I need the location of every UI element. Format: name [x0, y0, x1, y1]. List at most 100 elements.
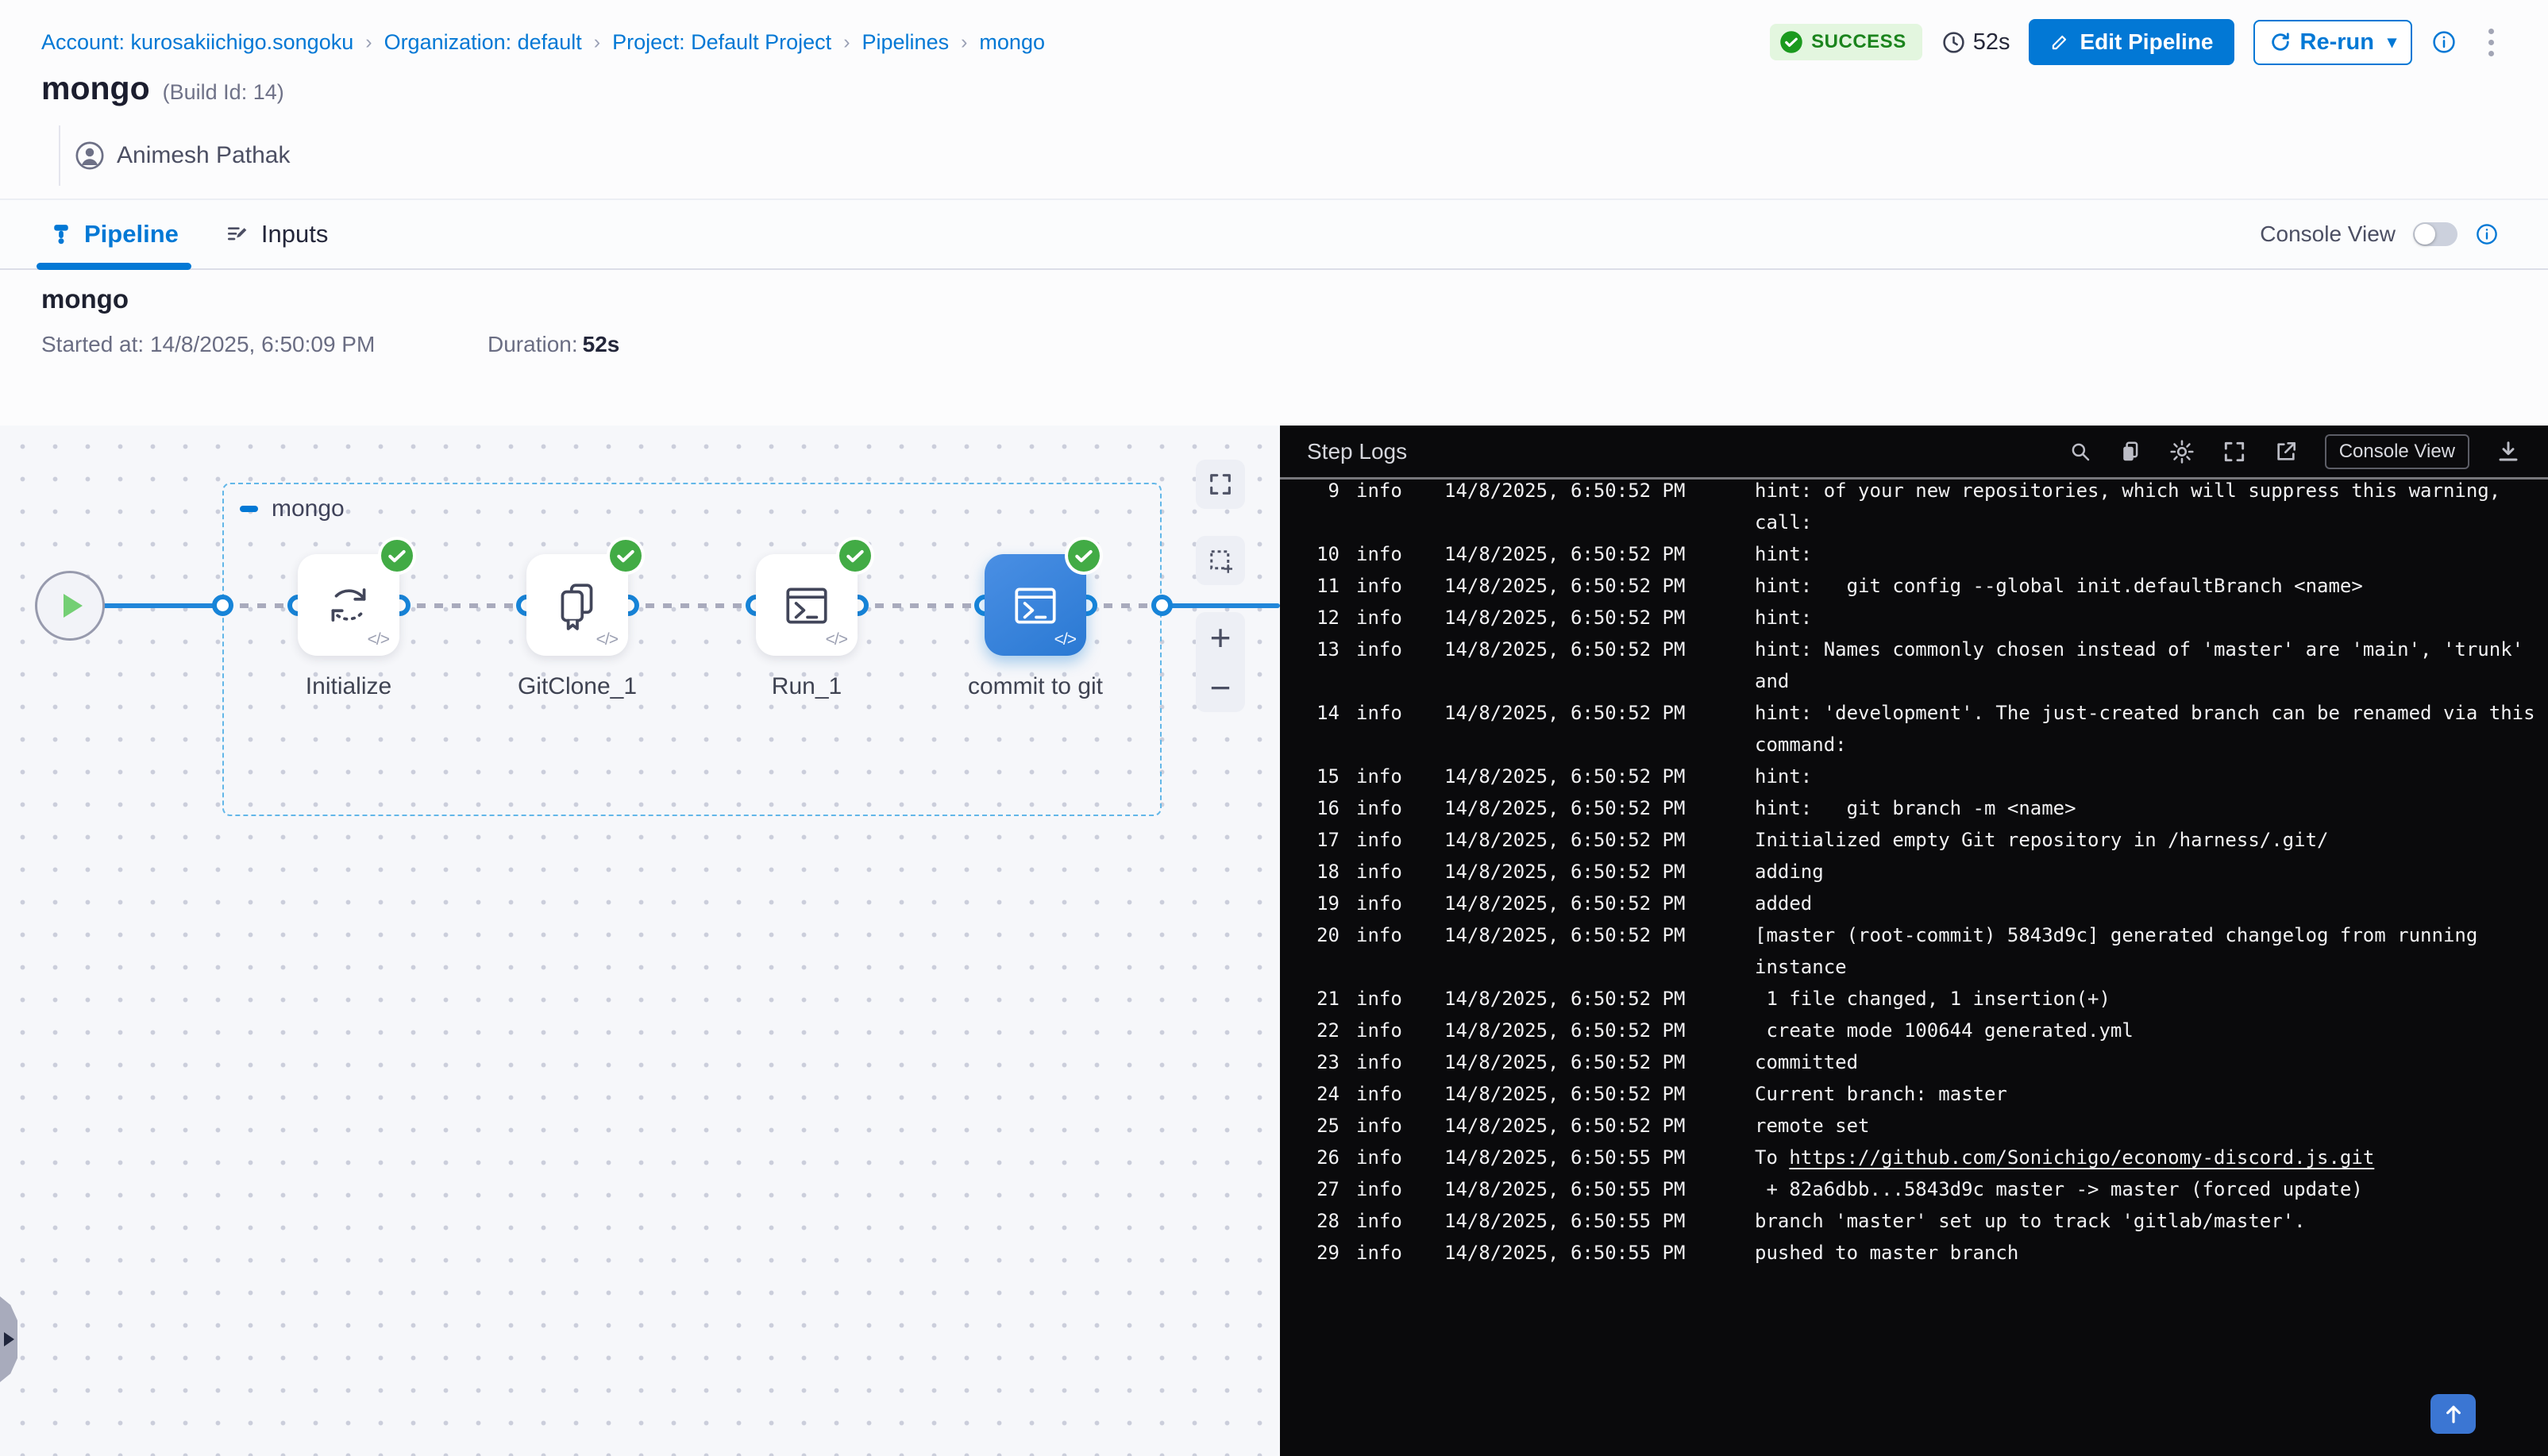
- log-line: 10info14/8/2025, 6:50:52 PMhint:: [1296, 538, 2548, 570]
- toggle-knob: [2415, 224, 2435, 245]
- title-row: mongo (Build Id: 14): [41, 70, 284, 107]
- log-header: Step Logs Console View: [1280, 426, 2548, 480]
- tab-inputs-label: Inputs: [261, 220, 328, 248]
- duration-text: 52s: [1973, 29, 2010, 56]
- step-label: GitClone_1: [518, 673, 637, 700]
- sync-icon: [322, 579, 375, 631]
- download-icon[interactable]: [2496, 439, 2521, 464]
- breadcrumb-separator: ›: [843, 31, 850, 54]
- marquee-select-button[interactable]: [1196, 536, 1245, 585]
- step-status-success: [607, 537, 645, 575]
- log-toolbar: Console View: [2068, 434, 2521, 469]
- topbar-actions: SUCCESS 52s Edit Pipeline Re-run ▾: [1770, 19, 2499, 65]
- zoom-out-button[interactable]: −: [1196, 662, 1245, 712]
- search-icon[interactable]: [2068, 440, 2092, 464]
- log-line: 22info14/8/2025, 6:50:52 PM create mode …: [1296, 1015, 2548, 1046]
- log-body[interactable]: 9info14/8/2025, 6:50:52 PMhint: of your …: [1280, 480, 2548, 1456]
- scroll-to-top-button[interactable]: [2430, 1394, 2476, 1434]
- start-node[interactable]: [35, 571, 105, 641]
- tab-pipeline[interactable]: Pipeline: [49, 200, 179, 268]
- log-line: 14info14/8/2025, 6:50:52 PMhint: 'develo…: [1296, 697, 2548, 729]
- log-line: 11info14/8/2025, 6:50:52 PMhint: git con…: [1296, 570, 2548, 602]
- log-panel-title: Step Logs: [1307, 439, 1407, 464]
- rerun-label: Re-run: [2300, 29, 2374, 56]
- step-label: commit to git: [968, 673, 1103, 700]
- stage-group-label: mongo: [272, 495, 345, 522]
- left-panel-expander[interactable]: [0, 1296, 17, 1382]
- stage-group-header: mongo: [240, 495, 345, 522]
- copy-icon[interactable]: [2118, 440, 2142, 464]
- collapse-stage-icon[interactable]: [240, 506, 258, 512]
- step-status-success: [378, 537, 416, 575]
- breadcrumb-item[interactable]: mongo: [979, 30, 1045, 55]
- log-line: 23info14/8/2025, 6:50:52 PMcommitted: [1296, 1046, 2548, 1078]
- tab-inputs[interactable]: Inputs: [225, 200, 328, 268]
- breadcrumb: Account: kurosakiichigo.songoku › Organiza…: [41, 30, 1045, 55]
- log-line: 16info14/8/2025, 6:50:52 PMhint: git bra…: [1296, 792, 2548, 824]
- console-view-toggle[interactable]: [2413, 222, 2457, 246]
- settings-gear-icon[interactable]: [2168, 438, 2195, 465]
- success-check-icon: [381, 540, 413, 572]
- tabbar-right: Console View: [2260, 221, 2499, 247]
- info-icon[interactable]: [2431, 29, 2457, 55]
- log-line-wrap: instance: [1296, 951, 2548, 983]
- pipeline-canvas[interactable]: </>Initialize</>GitClone_1</>Run_1</>com…: [0, 426, 1280, 1456]
- console-view-button[interactable]: Console View: [2325, 434, 2469, 469]
- fullscreen-icon[interactable]: [2222, 439, 2247, 464]
- build-id: (Build Id: 14): [163, 80, 284, 105]
- step-label: Initialize: [306, 673, 391, 700]
- log-line: 21info14/8/2025, 6:50:52 PM 1 file chang…: [1296, 983, 2548, 1015]
- log-line: 9info14/8/2025, 6:50:52 PMhint: of your …: [1296, 480, 2548, 507]
- step-status-success: [1065, 537, 1103, 575]
- log-line: 15info14/8/2025, 6:50:52 PMhint:: [1296, 761, 2548, 792]
- log-line: 29info14/8/2025, 6:50:55 PMpushed to mas…: [1296, 1237, 2548, 1269]
- log-line-wrap: and: [1296, 665, 2548, 697]
- connector-dashed-line: [399, 603, 526, 608]
- marquee-icon: [1206, 546, 1235, 575]
- stage-duration: Duration:52s: [488, 332, 619, 357]
- step-status-success: [836, 537, 874, 575]
- breadcrumb-item[interactable]: Project: Default Project: [612, 30, 831, 55]
- open-in-new-icon[interactable]: [2273, 439, 2299, 464]
- stage-meta: Started at: 14/8/2025, 6:50:09 PM Durati…: [41, 332, 619, 357]
- log-line: 20info14/8/2025, 6:50:52 PM[master (root…: [1296, 919, 2548, 951]
- breadcrumb-item[interactable]: Account: kurosakiichigo.songoku: [41, 30, 353, 55]
- user-avatar-icon: [75, 141, 105, 171]
- tabbar: Pipeline Inputs Console View: [0, 198, 2548, 270]
- console-view-info-icon[interactable]: [2475, 222, 2499, 246]
- page: Account: kurosakiichigo.songoku › Organiza…: [0, 0, 2548, 1456]
- author-name: Animesh Pathak: [117, 142, 290, 169]
- log-line: 17info14/8/2025, 6:50:52 PMInitialized e…: [1296, 824, 2548, 856]
- log-line: 28info14/8/2025, 6:50:55 PMbranch 'maste…: [1296, 1205, 2548, 1237]
- connector-dashed-line: [628, 603, 756, 608]
- breadcrumb-item[interactable]: Pipelines: [862, 30, 950, 55]
- log-link[interactable]: https://github.com/Sonichigo/economy-dis…: [1789, 1146, 2374, 1169]
- stage-info: mongo Started at: 14/8/2025, 6:50:09 PM …: [41, 270, 619, 357]
- breadcrumb-separator: ›: [961, 31, 967, 54]
- pipeline-icon: [49, 222, 73, 246]
- edit-pipeline-button[interactable]: Edit Pipeline: [2029, 19, 2234, 65]
- terminal-icon: [781, 579, 833, 631]
- connector-port[interactable]: [1151, 595, 1173, 616]
- kebab-menu[interactable]: [2484, 24, 2499, 61]
- zoom-in-button[interactable]: +: [1196, 612, 1245, 662]
- log-line-wrap: command:: [1296, 729, 2548, 761]
- log-line: 27info14/8/2025, 6:50:55 PM + 82a6dbb...…: [1296, 1173, 2548, 1205]
- connector-dashed-line: [1086, 603, 1162, 608]
- stage-name: mongo: [41, 284, 619, 314]
- breadcrumb-item[interactable]: Organization: default: [384, 30, 582, 55]
- code-badge: </>: [1054, 630, 1076, 649]
- connector-port[interactable]: [212, 595, 233, 616]
- log-line: 24info14/8/2025, 6:50:52 PMCurrent branc…: [1296, 1078, 2548, 1110]
- author-row: Animesh Pathak: [59, 125, 290, 186]
- breadcrumb-separator: ›: [594, 31, 600, 54]
- fit-view-button[interactable]: [1196, 460, 1245, 509]
- zoom-controls: + −: [1196, 612, 1245, 712]
- tab-pipeline-label: Pipeline: [84, 220, 179, 248]
- git-clone-icon: [551, 579, 603, 631]
- page-title: mongo: [41, 70, 150, 107]
- workspace: </>Initialize</>GitClone_1</>Run_1</>com…: [0, 426, 2548, 1456]
- rerun-button[interactable]: Re-run ▾: [2253, 20, 2413, 65]
- topbar: Account: kurosakiichigo.songoku › Organiza…: [0, 0, 2548, 84]
- code-badge: </>: [368, 630, 389, 649]
